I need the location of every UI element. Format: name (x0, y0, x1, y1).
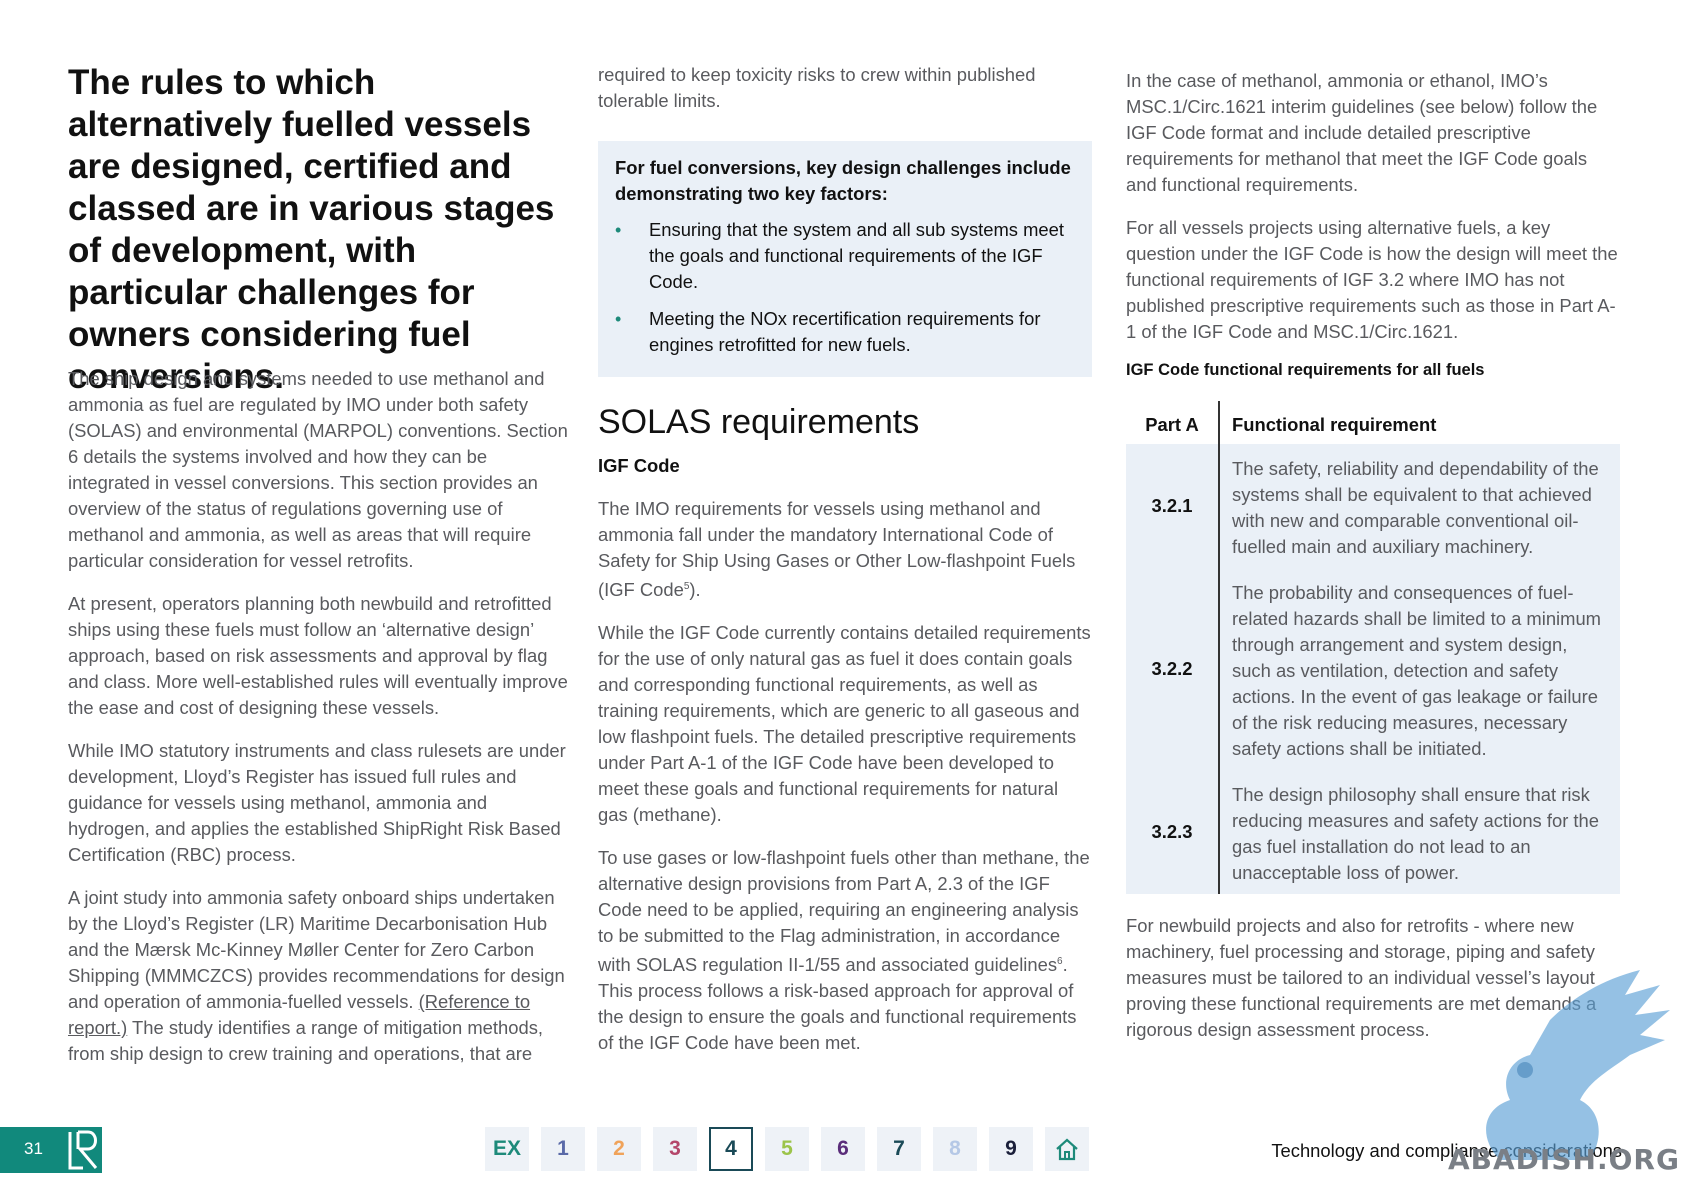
header-part-a: Part A (1126, 401, 1219, 444)
bullet-icon: • (615, 309, 622, 329)
bullet-icon: • (615, 220, 622, 240)
nav-6[interactable]: 6 (821, 1127, 865, 1171)
page-heading: The rules to which alternatively fuelled… (68, 63, 555, 396)
nav-label: 5 (781, 1137, 793, 1160)
key-challenges-callout: For fuel conversions, key design challen… (598, 141, 1092, 377)
joint-study-paragraph: A joint study into ammonia safety onboar… (68, 885, 568, 1067)
callout-bullet-text: Meeting the NOx recertification requirem… (649, 308, 1041, 355)
requirement-text: The design philosophy shall ensure that … (1218, 770, 1620, 894)
table-header-row: Part A Functional requirement (1126, 401, 1620, 444)
nav-label: 1 (557, 1137, 569, 1160)
requirement-text: The safety, reliability and dependabilit… (1218, 444, 1620, 568)
igf-intro-paragraph: The IMO requirements for vessels using m… (598, 496, 1092, 603)
continued-paragraph: required to keep toxicity risks to crew … (598, 64, 1036, 111)
home-icon (1056, 1138, 1078, 1161)
nav-8[interactable]: 8 (933, 1127, 977, 1171)
lr-rules-paragraph: While IMO statutory instruments and clas… (68, 740, 566, 865)
nav-home[interactable] (1045, 1127, 1089, 1171)
middle-top: required to keep toxicity risks to crew … (598, 62, 1092, 131)
middle-body: The IMO requirements for vessels using m… (598, 496, 1092, 1073)
nav-label: 2 (613, 1137, 625, 1160)
part-number: 3.2.3 (1126, 770, 1219, 894)
joint-study-text-cont: The study identifies a range of mitigati… (68, 1017, 544, 1064)
nav-5[interactable]: 5 (765, 1127, 809, 1171)
intro-paragraph: The ship design and systems needed to us… (68, 368, 568, 571)
page-number: 31 (24, 1139, 43, 1158)
key-question-paragraph: For all vessels projects using alternati… (1126, 217, 1618, 342)
igf-intro-end: ). (689, 579, 701, 601)
callout-title: For fuel conversions, key design challen… (615, 157, 1071, 204)
table-row: 3.2.3 The design philosophy shall ensure… (1126, 770, 1620, 894)
callout-bullet-text: Ensuring that the system and all sub sys… (649, 219, 1065, 292)
lr-logo-icon (66, 1129, 102, 1171)
section-title: SOLAS requirements (598, 403, 920, 441)
nav-ex[interactable]: EX (485, 1127, 529, 1171)
functional-requirements-table: Part A Functional requirement 3.2.1 The … (1126, 401, 1620, 894)
nav-label: EX (492, 1137, 521, 1160)
table-caption: IGF Code functional requirements for all… (1126, 361, 1485, 379)
nav-4[interactable]: 4 (709, 1127, 753, 1171)
nav-9[interactable]: 9 (989, 1127, 1033, 1171)
header-functional-requirement: Functional requirement (1218, 401, 1620, 444)
watermark-text: ABADISH.ORG (1448, 1143, 1680, 1176)
nav-1[interactable]: 1 (541, 1127, 585, 1171)
nav-label: 3 (669, 1137, 681, 1160)
alternative-design-paragraph: At present, operators planning both newb… (68, 593, 568, 718)
requirement-text: The probability and consequences of fuel… (1218, 568, 1620, 770)
callout-bullet: • Ensuring that the system and all sub sy… (615, 217, 1074, 295)
subsection-title: IGF Code (598, 455, 680, 476)
nav-label: 7 (893, 1137, 905, 1160)
callout-bullet: • Meeting the NOx recertification require… (615, 306, 1074, 358)
page-badge: 31 (0, 1127, 102, 1173)
nav-label: 4 (725, 1137, 737, 1160)
table-row: 3.2.2 The probability and consequences o… (1126, 568, 1620, 770)
provisions-text: To use gases or low-flashpoint fuels oth… (598, 847, 1090, 976)
igf-intro-text: The IMO requirements for vessels using m… (598, 498, 1076, 601)
nav-label: 9 (1005, 1137, 1017, 1160)
right-top: In the case of methanol, ammonia or etha… (1126, 68, 1622, 362)
nav-7[interactable]: 7 (877, 1127, 921, 1171)
alternative-provisions-paragraph: To use gases or low-flashpoint fuels oth… (598, 845, 1092, 1056)
left-body: The ship design and systems needed to us… (68, 366, 568, 1084)
nav-label: 6 (837, 1137, 849, 1160)
nav-label: 8 (949, 1137, 961, 1160)
griffin-watermark-icon (1486, 970, 1670, 1160)
part-number: 3.2.2 (1126, 568, 1219, 770)
table-row: 3.2.1 The safety, reliability and depend… (1126, 444, 1620, 568)
callout-list: • Ensuring that the system and all sub sy… (615, 217, 1074, 358)
msc-guidelines-paragraph: In the case of methanol, ammonia or etha… (1126, 70, 1598, 195)
nav-3[interactable]: 3 (653, 1127, 697, 1171)
igf-requirements-paragraph: While the IGF Code currently contains de… (598, 622, 1091, 826)
part-number: 3.2.1 (1126, 444, 1219, 568)
nav-2[interactable]: 2 (597, 1127, 641, 1171)
